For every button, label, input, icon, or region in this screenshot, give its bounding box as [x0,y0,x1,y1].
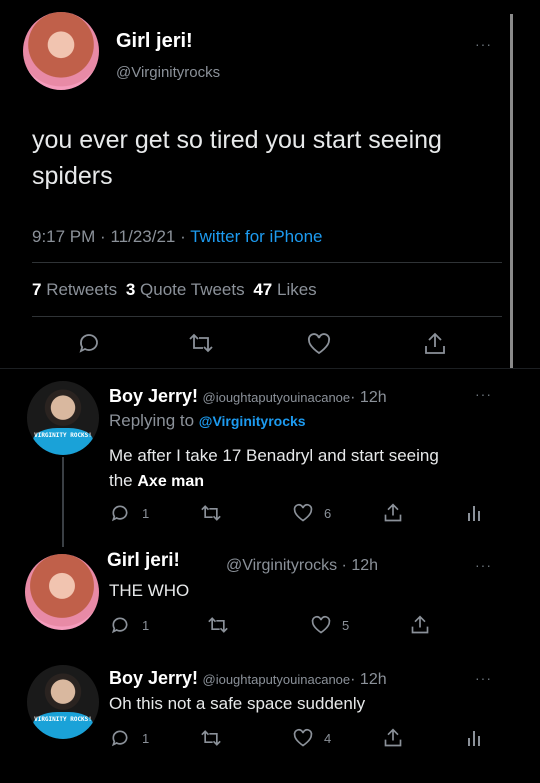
reply-count: 1 [142,618,150,633]
avatar-shirt-text: VIRGINITY ROCKS! [32,428,94,455]
heart-icon[interactable] [292,503,314,523]
tweet-text-line: you ever get so tired you start seeing [32,126,442,154]
replying-label: Replying to [109,411,195,430]
reply-text-bold: Axe man [137,473,205,490]
author-name[interactable]: Boy Jerry! [109,386,198,406]
reply-text: THE WHO [109,581,190,600]
retweet-icon[interactable] [188,331,214,355]
analytics-icon[interactable] [466,729,482,747]
share-icon[interactable] [410,614,430,636]
heart-icon[interactable] [310,615,332,635]
tweet-date[interactable]: 11/23/21 [110,227,175,246]
heart-icon[interactable] [306,332,332,356]
reply-bubble-icon[interactable] [110,615,130,635]
avatar[interactable]: VIRGINITY ROCKS! [27,665,99,739]
reply-text: Oh this not a safe space suddenly [109,694,366,713]
avatar[interactable] [23,12,99,90]
likes-count: 47 [253,280,273,299]
reply-text-line: Me after I take 17 Benadryl and start se… [109,446,439,465]
retweets-label: Retweets [46,280,118,299]
retweet-icon[interactable] [200,728,222,748]
reply-time[interactable]: · 12h [342,557,378,574]
more-dots-icon[interactable]: ··· [475,557,492,573]
scrollbar[interactable] [510,14,513,369]
reply-meta: @Virginityrocks · 12h [226,557,378,575]
meta-separator: · [180,227,186,246]
avatar[interactable]: VIRGINITY ROCKS! [27,381,99,455]
tweet-text-line: spiders [32,162,113,190]
author-name[interactable]: Girl jeri! [107,550,180,572]
quotes-count: 3 [125,280,136,299]
thread-line [62,457,64,547]
author-name[interactable]: Boy Jerry! [109,668,198,688]
divider [32,316,502,317]
avatar[interactable] [25,554,99,630]
analytics-icon[interactable] [466,504,482,522]
tweet-stats: 7 Retweets 3 Quote Tweets 47 Likes [32,280,317,300]
share-icon[interactable] [423,331,447,357]
tweet-text: you ever get so tired you start seeing s… [32,122,502,194]
share-icon[interactable] [383,727,403,749]
likes-stat[interactable]: 47 Likes [253,280,316,299]
reply-count: 1 [142,731,150,746]
like-count: 6 [324,506,332,521]
more-dots-icon[interactable]: ··· [475,386,492,402]
share-icon[interactable] [383,502,403,524]
heart-icon[interactable] [292,728,314,748]
replying-handle-link[interactable]: @Virginityrocks [199,413,306,429]
author-handle[interactable]: @Virginityrocks [116,64,220,81]
reply-bubble-icon[interactable] [110,728,130,748]
reply-text-line: the Axe man [109,468,509,494]
like-count: 5 [342,618,350,633]
replying-to: Replying to @Virginityrocks [109,411,306,431]
meta-separator: · [100,227,106,246]
author-handle[interactable]: @Virginityrocks [226,557,337,574]
more-dots-icon[interactable]: ··· [475,670,492,686]
retweets-count: 7 [32,280,42,299]
author-handle[interactable]: @ioughtaputyouinacanoe [203,672,351,687]
reply-text-prefix: the [109,471,133,490]
reply-count: 1 [142,506,150,521]
tweet-source-link[interactable]: Twitter for iPhone [190,227,322,246]
reply-bubble-icon[interactable] [110,503,130,523]
reply-header: Boy Jerry! @ioughtaputyouinacanoe· 12h [109,668,387,689]
quotes-stat[interactable]: 3 Quote Tweets [126,280,250,299]
like-count: 4 [324,731,332,746]
divider [32,262,502,263]
reply-time[interactable]: · 12h [350,671,386,688]
author-name[interactable]: Girl jeri! [116,30,193,53]
retweet-icon[interactable] [200,503,222,523]
quotes-label: Quote Tweets [140,280,245,299]
tweet-time[interactable]: 9:17 PM [32,227,95,246]
tweet-meta: 9:17 PM · 11/23/21 · Twitter for iPhone [32,227,322,247]
reply-time[interactable]: · 12h [350,389,386,406]
retweets-stat[interactable]: 7 Retweets [32,280,122,299]
reply-text: Me after I take 17 Benadryl and start se… [109,443,509,494]
likes-label: Likes [277,280,317,299]
section-separator [0,368,540,369]
reply-bubble-icon[interactable] [77,331,101,355]
retweet-icon[interactable] [207,615,229,635]
avatar-shirt-text: VIRGINITY ROCKS! [32,712,94,739]
more-dots-icon[interactable]: ··· [475,36,492,52]
author-handle[interactable]: @ioughtaputyouinacanoe [203,390,351,405]
reply-header: Boy Jerry! @ioughtaputyouinacanoe· 12h [109,386,387,407]
